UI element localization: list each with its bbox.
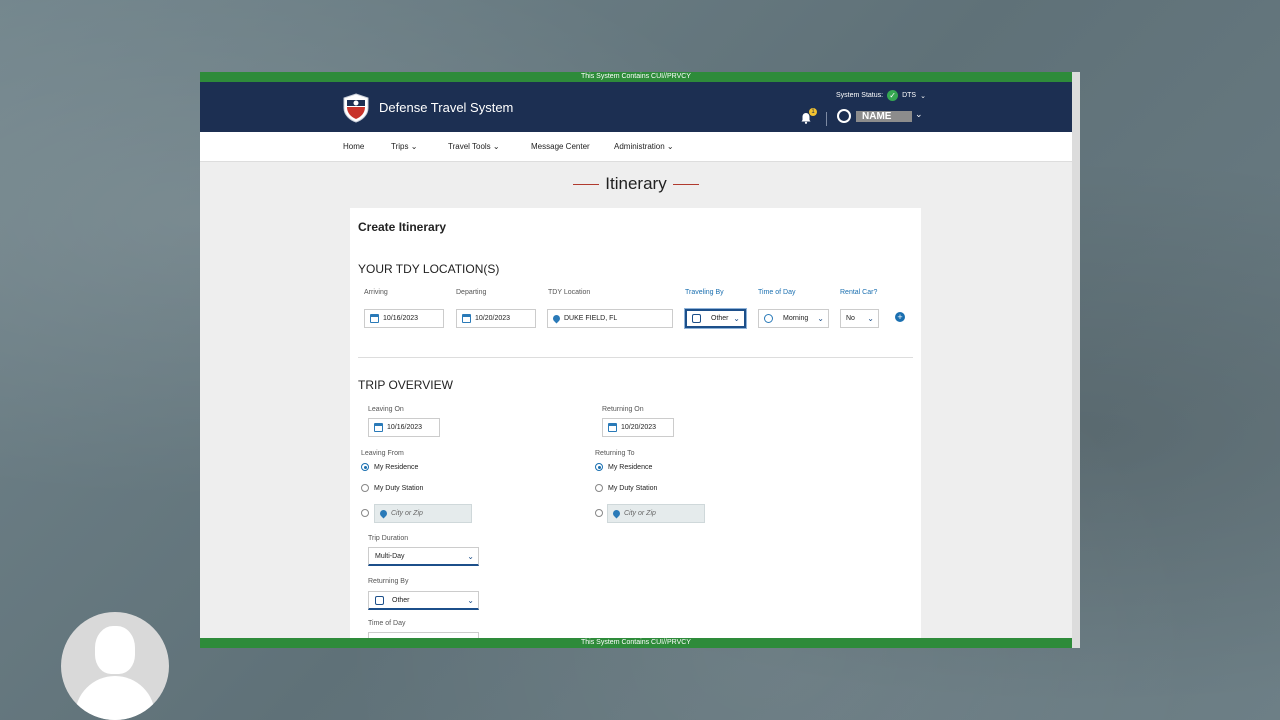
departing-label: Departing xyxy=(456,289,487,296)
chevron-down-icon: ⌄ xyxy=(817,314,824,323)
app-header: Defense Travel System System Status: ✓ D… xyxy=(200,82,1072,132)
create-itinerary-card: Create Itinerary YOUR TDY LOCATION(S) Ar… xyxy=(350,208,921,648)
returning-to-residence-option[interactable]: My Residence xyxy=(595,463,652,471)
radio-unselected xyxy=(361,509,369,517)
chevron-down-icon: ⌄ xyxy=(410,142,418,151)
trip-overview-heading: TRIP OVERVIEW xyxy=(358,378,453,392)
leaving-from-residence-option[interactable]: My Residence xyxy=(361,463,418,471)
browser-window: This System Contains CUI//PRVCY Defense … xyxy=(200,72,1080,648)
page-title: Itinerary xyxy=(200,174,1072,194)
departing-date-input[interactable]: 10/20/2023 xyxy=(456,309,536,328)
location-pin-icon xyxy=(378,508,389,519)
nav-message-center[interactable]: Message Center xyxy=(531,142,590,151)
chevron-down-icon: ⌄ xyxy=(920,92,926,100)
chevron-down-icon: ⌄ xyxy=(492,142,500,151)
title-dash-left xyxy=(573,183,600,186)
leaving-on-date-input[interactable]: 10/16/2023 xyxy=(368,418,440,437)
system-status[interactable]: System Status: ✓ DTS ⌄ xyxy=(836,90,926,101)
notification-badge: 1 xyxy=(809,108,817,116)
app-title: Defense Travel System xyxy=(379,100,514,115)
traveling-by-select[interactable]: Other ⌄ xyxy=(685,309,746,328)
main-nav: Home Trips ⌄ Travel Tools ⌄ Message Cent… xyxy=(200,132,1072,162)
leaving-from-duty-station-option[interactable]: My Duty Station xyxy=(361,484,423,492)
header-divider xyxy=(826,112,827,126)
bus-icon xyxy=(692,314,701,323)
trip-duration-select[interactable]: Multi-Day ⌄ xyxy=(368,547,479,566)
time-of-day-label: Time of Day xyxy=(758,289,796,296)
returning-to-city-option[interactable] xyxy=(595,509,603,517)
tdy-location-label: TDY Location xyxy=(548,289,591,296)
nav-trips[interactable]: Trips ⌄ xyxy=(391,142,417,151)
returning-by-select[interactable]: Other ⌄ xyxy=(368,591,479,610)
cui-banner-bottom: This System Contains CUI//PRVCY xyxy=(200,638,1072,648)
chevron-down-icon: ⌄ xyxy=(867,314,874,323)
presenter-avatar xyxy=(61,612,169,720)
radio-selected xyxy=(595,463,603,471)
radio-unselected xyxy=(595,484,603,492)
section-divider xyxy=(358,357,913,358)
chevron-down-icon: ⌄ xyxy=(467,595,474,605)
arriving-label: Arriving xyxy=(364,289,388,296)
chevron-down-icon: ⌄ xyxy=(733,314,740,323)
returning-on-label: Returning On xyxy=(602,406,644,413)
overview-time-of-day-label: Time of Day xyxy=(368,620,406,627)
cui-banner-top: This System Contains CUI//PRVCY xyxy=(200,72,1072,82)
location-pin-icon xyxy=(611,508,622,519)
user-avatar-icon[interactable] xyxy=(837,109,851,123)
calendar-icon xyxy=(370,314,379,323)
nav-home[interactable]: Home xyxy=(343,142,364,151)
system-status-value: DTS xyxy=(902,92,917,99)
radio-unselected xyxy=(595,509,603,517)
traveling-by-label: Traveling By xyxy=(685,289,724,296)
nav-travel-tools[interactable]: Travel Tools ⌄ xyxy=(448,142,500,151)
returning-on-date-input[interactable]: 10/20/2023 xyxy=(602,418,674,437)
leaving-from-city-option[interactable] xyxy=(361,509,369,517)
leaving-on-label: Leaving On xyxy=(368,406,404,413)
title-dash-right xyxy=(672,183,699,186)
scrollbar-thumb[interactable] xyxy=(1075,76,1079,346)
returning-to-label: Returning To xyxy=(595,450,635,457)
chevron-down-icon: ⌄ xyxy=(467,551,474,561)
chevron-down-icon: ⌄ xyxy=(666,142,674,151)
returning-to-city-input[interactable]: City or Zip xyxy=(607,504,705,523)
avatar-head xyxy=(95,626,135,674)
leaving-from-city-input[interactable]: City or Zip xyxy=(374,504,472,523)
clock-icon xyxy=(764,314,773,323)
location-pin-icon xyxy=(551,313,562,324)
add-location-button[interactable]: + xyxy=(895,312,905,322)
nav-administration[interactable]: Administration ⌄ xyxy=(614,142,674,151)
calendar-icon xyxy=(608,423,617,432)
radio-selected xyxy=(361,463,369,471)
system-status-label: System Status: xyxy=(836,92,884,99)
returning-to-duty-station-option[interactable]: My Duty Station xyxy=(595,484,657,492)
rental-car-select[interactable]: No ⌄ xyxy=(840,309,879,328)
returning-by-label: Returning By xyxy=(368,578,409,585)
check-icon: ✓ xyxy=(887,90,899,101)
tdy-location-input[interactable]: DUKE FIELD, FL xyxy=(547,309,673,328)
leaving-from-label: Leaving From xyxy=(361,450,404,457)
arriving-date-input[interactable]: 10/16/2023 xyxy=(364,309,444,328)
radio-unselected xyxy=(361,484,369,492)
time-of-day-select[interactable]: Morning ⌄ xyxy=(758,309,829,328)
dts-shield-logo[interactable] xyxy=(342,93,370,123)
card-title: Create Itinerary xyxy=(358,220,447,234)
user-name[interactable]: NAME xyxy=(856,111,912,122)
trip-duration-label: Trip Duration xyxy=(368,535,409,542)
avatar-body xyxy=(75,676,155,720)
vertical-scrollbar[interactable] xyxy=(1073,72,1079,648)
chevron-down-icon[interactable]: ⌄ xyxy=(915,109,923,120)
calendar-icon xyxy=(462,314,471,323)
calendar-icon xyxy=(374,423,383,432)
rental-car-label: Rental Car? xyxy=(840,289,878,296)
tdy-heading: YOUR TDY LOCATION(S) xyxy=(358,262,500,276)
bus-icon xyxy=(375,595,384,605)
